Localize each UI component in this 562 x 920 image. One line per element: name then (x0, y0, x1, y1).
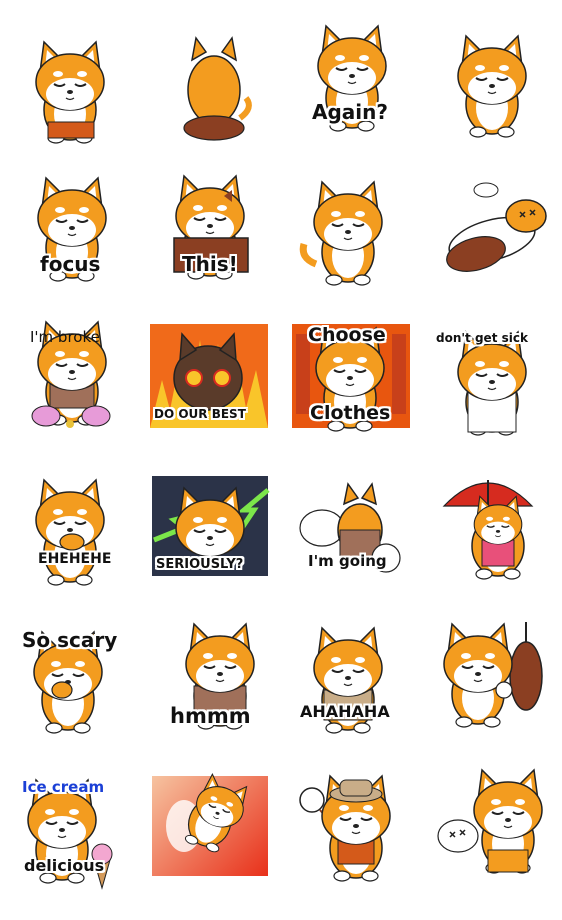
sticker-24[interactable] (422, 769, 562, 920)
sticker-caption: I'm going (308, 552, 387, 570)
shiba-dog-laughing-illustration (35, 479, 105, 586)
sticker-3[interactable]: Again? (286, 10, 426, 160)
sticker-11[interactable]: Choose Clothes (286, 320, 426, 470)
sticker-12[interactable]: don't get sick (422, 320, 562, 470)
shiba-dog-thinking-illustration (185, 623, 255, 730)
sticker-caption: I'm broke (30, 328, 100, 346)
sticker-grid: Again? focus This! I'm broke DO OUR BEST… (0, 0, 562, 900)
sticker-14[interactable]: SERIOUSLY? (144, 470, 284, 620)
shiba-dog-laughing-illustration (313, 627, 383, 734)
shiba-dog-fire-illustration (150, 332, 268, 428)
shiba-dog-illustration (457, 35, 527, 138)
sticker-4[interactable] (422, 10, 562, 160)
sticker-7[interactable] (286, 160, 426, 310)
sticker-19[interactable]: AHAHAHA (286, 620, 426, 770)
sticker-caption: SERIOUSLY? (156, 557, 244, 572)
sticker-1[interactable] (2, 10, 142, 160)
shiba-dog-bug-catching-illustration (299, 775, 391, 882)
shiba-dog-shocked-illustration (153, 487, 270, 557)
sticker-caption: This! (182, 252, 238, 276)
shiba-dog-meditating-illustration (21, 177, 123, 282)
sticker-21[interactable]: Ice cream delicious (2, 770, 142, 920)
shiba-dog-illustration (35, 41, 105, 144)
sticker-22[interactable] (144, 770, 284, 920)
sticker-17[interactable]: So scary (2, 620, 142, 770)
shiba-dog-back-illustration (183, 36, 252, 141)
sticker-caption: focus (40, 252, 101, 276)
sticker-18[interactable]: hmmm (144, 620, 284, 770)
sticker-16[interactable] (422, 470, 562, 620)
sticker-10[interactable]: DO OUR BEST (144, 320, 284, 470)
sticker-5[interactable]: focus (2, 160, 142, 310)
shiba-dog-illustration (299, 181, 383, 286)
sticker-2[interactable] (144, 10, 284, 160)
shiba-dog-illustration (317, 25, 387, 132)
sticker-caption: AHAHAHA (300, 702, 390, 721)
sticker-6[interactable]: This! (144, 160, 284, 310)
sticker-caption: DO OUR BEST (154, 407, 246, 421)
sticker-caption-top: Ice cream (22, 778, 105, 796)
sticker-caption: don't get sick (436, 331, 528, 345)
shiba-dog-fighting-illustration (437, 769, 543, 874)
shiba-dog-flying-illustration (166, 771, 253, 856)
sticker-20[interactable] (422, 620, 562, 770)
sticker-caption-top: Choose (308, 324, 386, 346)
shiba-dog-punching-bag-illustration (443, 622, 543, 728)
sticker-caption-bottom: delicious (24, 856, 105, 875)
sticker-8[interactable] (422, 160, 562, 310)
sticker-caption: Again? (312, 100, 388, 124)
sticker-15[interactable]: I'm going (286, 470, 426, 620)
sticker-23[interactable] (286, 770, 426, 920)
sticker-13[interactable]: EHEHEHE (2, 470, 142, 620)
sticker-caption-bottom: Clothes (310, 402, 391, 424)
shiba-dog-leaving-illustration (299, 482, 401, 573)
shiba-dog-lying-illustration (446, 182, 547, 272)
shiba-dog-box-illustration (173, 175, 249, 280)
sticker-9[interactable]: I'm broke (2, 320, 142, 470)
sticker-caption: So scary (22, 628, 118, 652)
sticker-caption: EHEHEHE (38, 551, 112, 567)
shiba-dog-umbrella-illustration (442, 480, 534, 580)
sticker-caption: hmmm (170, 704, 251, 728)
